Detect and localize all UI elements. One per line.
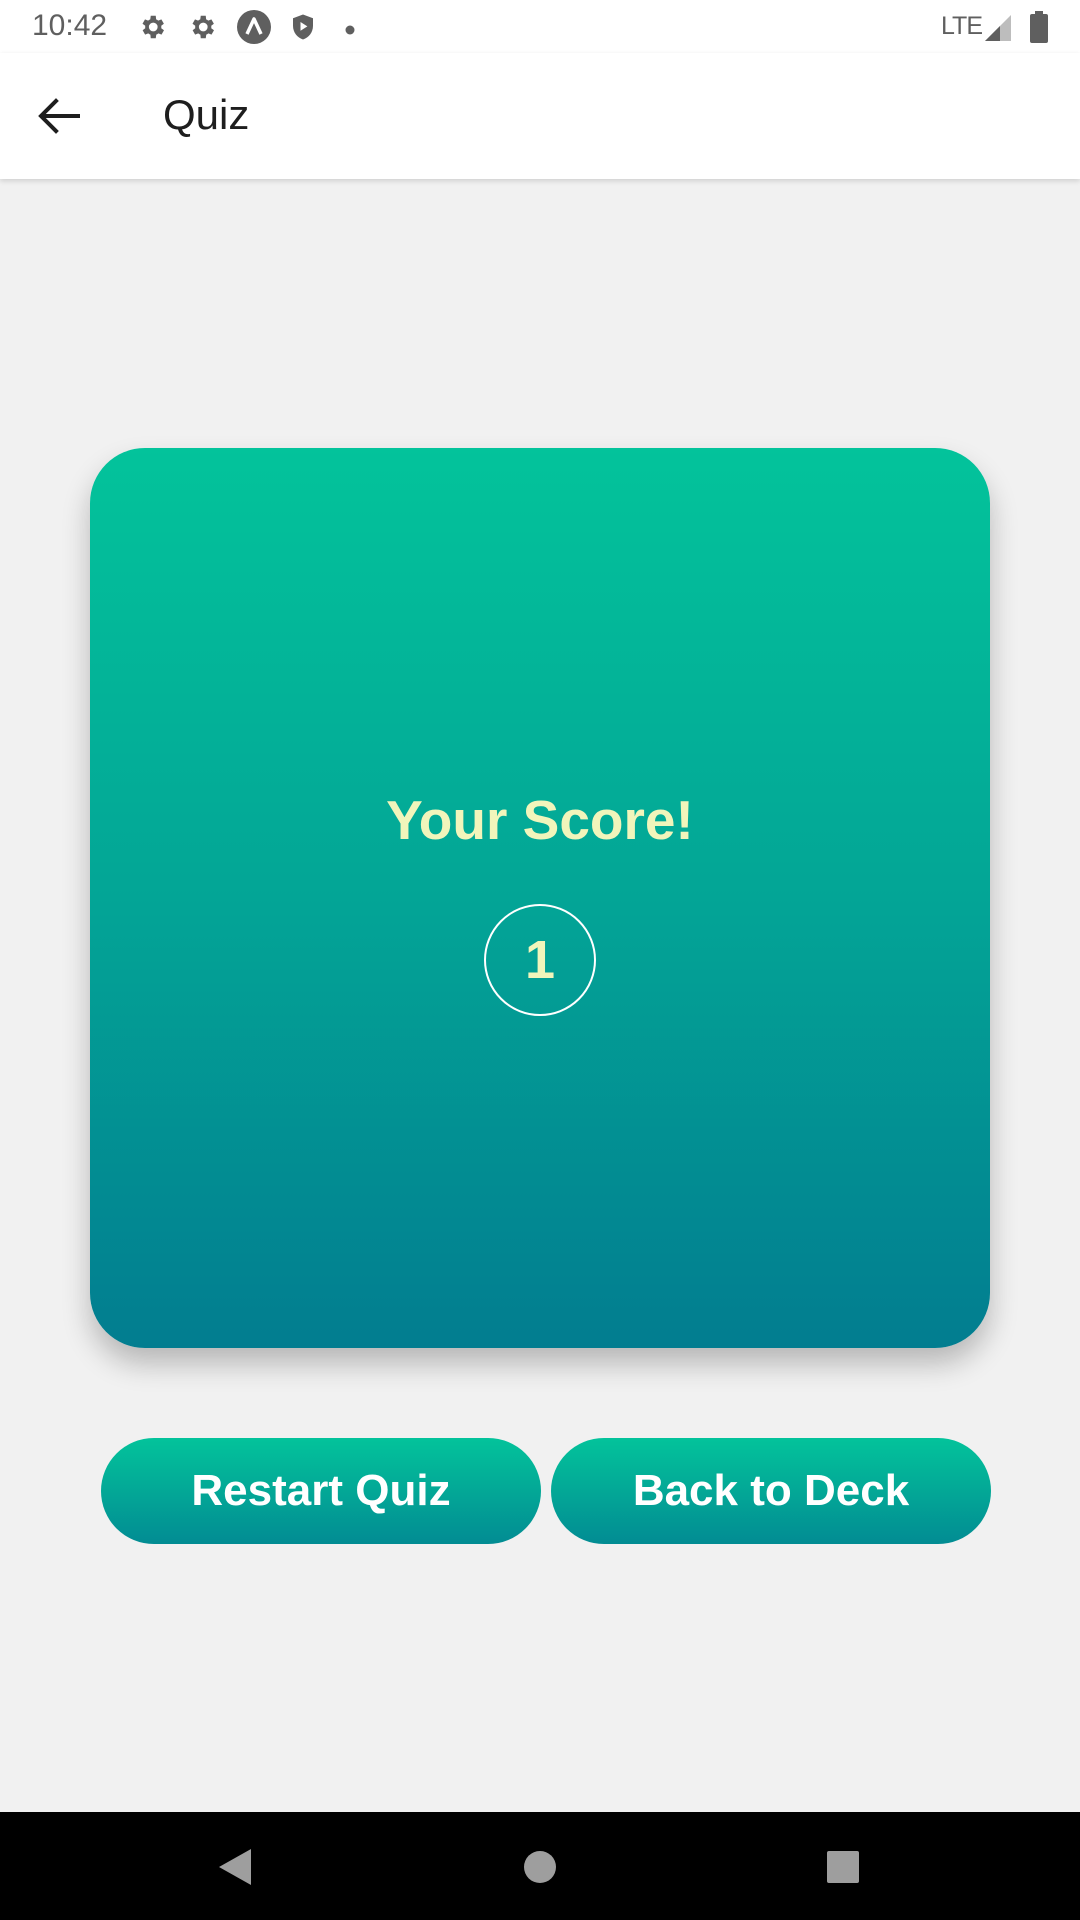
score-card: Your Score! 1 [90, 448, 990, 1348]
network-type: LTE [941, 12, 983, 40]
status-time: 10:42 [32, 9, 108, 42]
battery-icon [1029, 11, 1049, 43]
nav-back-button[interactable] [210, 1842, 260, 1892]
score-value: 1 [524, 930, 556, 990]
restart-quiz-button[interactable]: Restart Quiz [101, 1438, 541, 1544]
recents-square-icon [827, 1851, 859, 1883]
score-circle: 1 [484, 904, 596, 1016]
signal-icon [984, 14, 1012, 42]
status-bar: 10:42 LTE [0, 0, 1080, 53]
back-to-deck-button[interactable]: Back to Deck [551, 1438, 991, 1544]
notification-dot-icon [345, 22, 355, 35]
arrow-back-icon [38, 98, 80, 134]
shield-icon [288, 12, 318, 42]
nav-home-button[interactable] [515, 1842, 565, 1892]
navigation-bar [0, 1812, 1080, 1920]
settings-icon [187, 12, 217, 42]
score-title: Your Score! [386, 789, 694, 851]
page-title: Quiz [163, 91, 250, 138]
nav-recents-button[interactable] [818, 1842, 868, 1892]
back-triangle-icon [219, 1849, 251, 1885]
app-bar: Quiz [0, 53, 1080, 179]
home-circle-icon [524, 1851, 556, 1883]
back-button[interactable] [20, 86, 98, 146]
app-icon [237, 10, 271, 44]
settings-icon [137, 12, 167, 42]
